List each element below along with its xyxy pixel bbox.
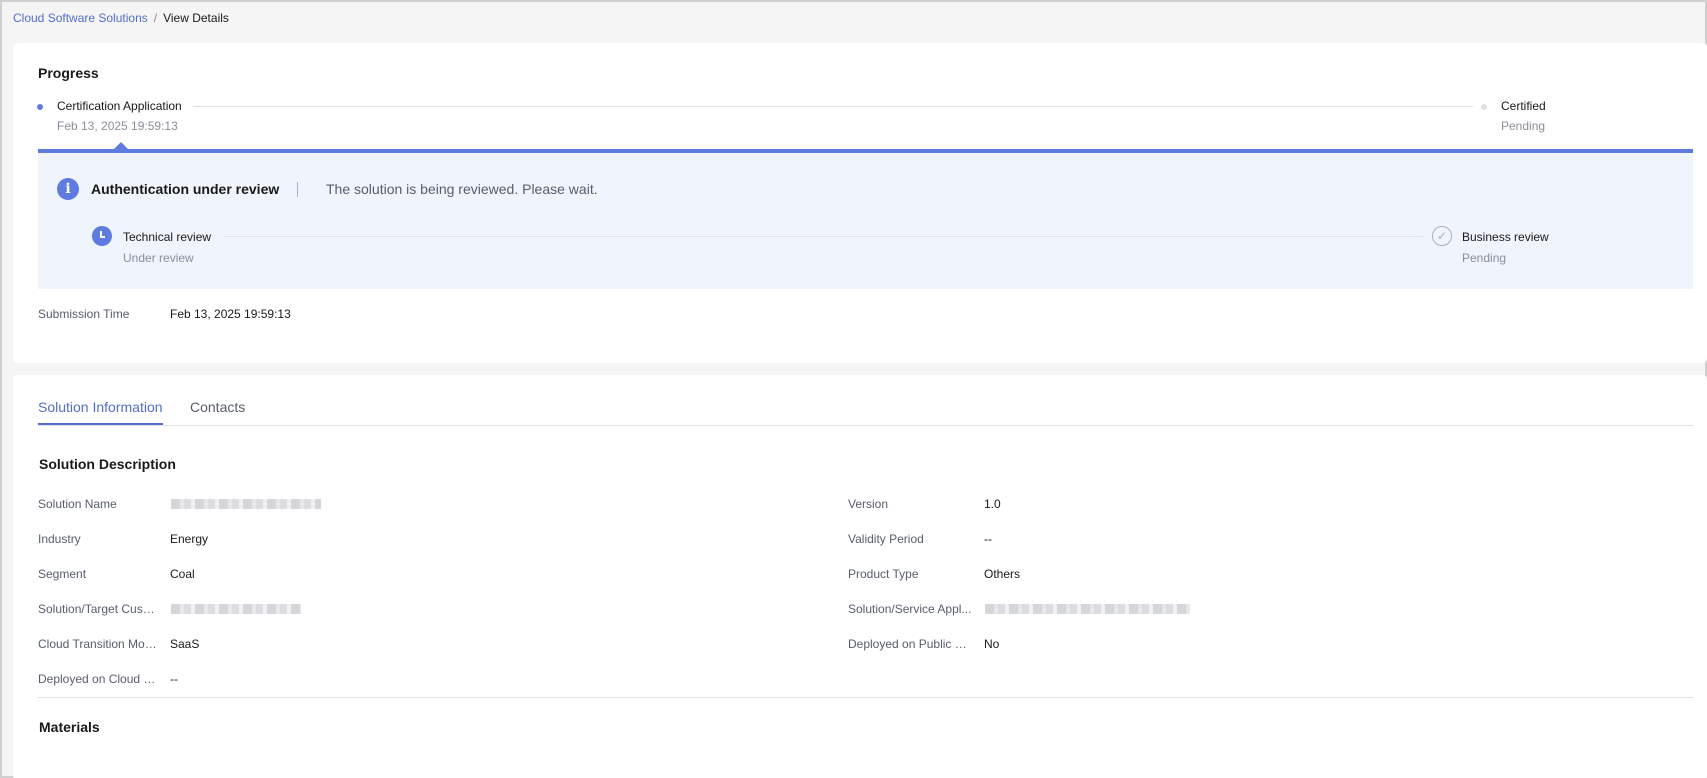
clock-icon xyxy=(92,226,112,246)
step-dot-pending xyxy=(1481,104,1487,110)
field-label-service-application: Solution/Service Appl... xyxy=(848,602,972,616)
review-message: The solution is being reviewed. Please w… xyxy=(326,181,598,197)
redacted-solution-name xyxy=(171,499,321,509)
substep-status-under-review: Under review xyxy=(123,251,194,265)
field-value-segment: Coal xyxy=(170,567,195,581)
substep-title-business-review: Business review xyxy=(1462,230,1549,244)
field-label-deployed-on-public-cloud: Deployed on Public C... xyxy=(848,637,973,651)
breadcrumb-current: View Details xyxy=(163,11,229,25)
progress-card: Progress Certification Application Feb 1… xyxy=(13,43,1707,363)
breadcrumb: Cloud Software Solutions / View Details xyxy=(13,11,229,25)
redacted-service-application xyxy=(985,604,1190,614)
progress-title: Progress xyxy=(38,65,99,81)
review-title: Authentication under review xyxy=(91,181,280,197)
field-label-product-type: Product Type xyxy=(848,567,919,581)
substep-title-technical-review: Technical review xyxy=(123,230,212,244)
solution-description-title: Solution Description xyxy=(39,456,176,472)
progress-connector xyxy=(193,106,1473,107)
breadcrumb-separator: / xyxy=(153,11,158,25)
submission-time-label: Submission Time xyxy=(38,307,130,321)
submission-time-value: Feb 13, 2025 19:59:13 xyxy=(170,307,291,321)
review-divider xyxy=(297,182,298,197)
step-pointer xyxy=(114,142,128,149)
solution-info-card: Solution Information Contacts Solution D… xyxy=(13,375,1707,778)
tab-contacts[interactable]: Contacts xyxy=(190,399,245,423)
substep-connector xyxy=(223,236,1423,237)
field-label-validity-period: Validity Period xyxy=(848,532,924,546)
field-value-product-type: Others xyxy=(984,567,1021,581)
field-label-solution-name: Solution Name xyxy=(38,497,117,511)
field-value-validity-period: -- xyxy=(984,532,992,546)
step-status-pending: Pending xyxy=(1501,119,1546,133)
field-label-target-customers: Solution/Target Custo... xyxy=(38,602,158,616)
field-value-deployed-on-public-cloud: No xyxy=(984,637,1000,651)
field-label-version: Version xyxy=(848,497,889,511)
tab-solution-information[interactable]: Solution Information xyxy=(38,399,163,425)
substep-status-pending: Pending xyxy=(1462,251,1507,265)
field-label-segment: Segment xyxy=(38,567,87,581)
info-icon: i xyxy=(57,178,79,200)
step-title-certification-application: Certification Application xyxy=(57,99,182,113)
field-label-deployed-on-cloud: Deployed on Cloud P... xyxy=(38,672,158,686)
field-value-version: 1.0 xyxy=(984,497,1001,511)
field-label-industry: Industry xyxy=(38,532,81,546)
field-value-industry: Energy xyxy=(170,532,209,546)
check-icon: ✓ xyxy=(1432,226,1452,246)
breadcrumb-link-cloud-software-solutions[interactable]: Cloud Software Solutions xyxy=(13,11,148,25)
review-panel: i Authentication under review The soluti… xyxy=(38,149,1693,289)
redacted-target-customers xyxy=(171,604,301,614)
step-date: Feb 13, 2025 19:59:13 xyxy=(57,119,178,133)
tab-bar: Solution Information Contacts xyxy=(38,399,1693,426)
section-divider xyxy=(38,697,1693,698)
field-value-deployed-on-cloud: -- xyxy=(170,672,178,686)
step-dot-active xyxy=(37,104,43,110)
field-value-cloud-transition-mode: SaaS xyxy=(170,637,200,651)
field-label-cloud-transition-mode: Cloud Transition Mode xyxy=(38,637,158,651)
materials-title: Materials xyxy=(39,719,100,735)
step-title-certified: Certified xyxy=(1501,99,1546,113)
